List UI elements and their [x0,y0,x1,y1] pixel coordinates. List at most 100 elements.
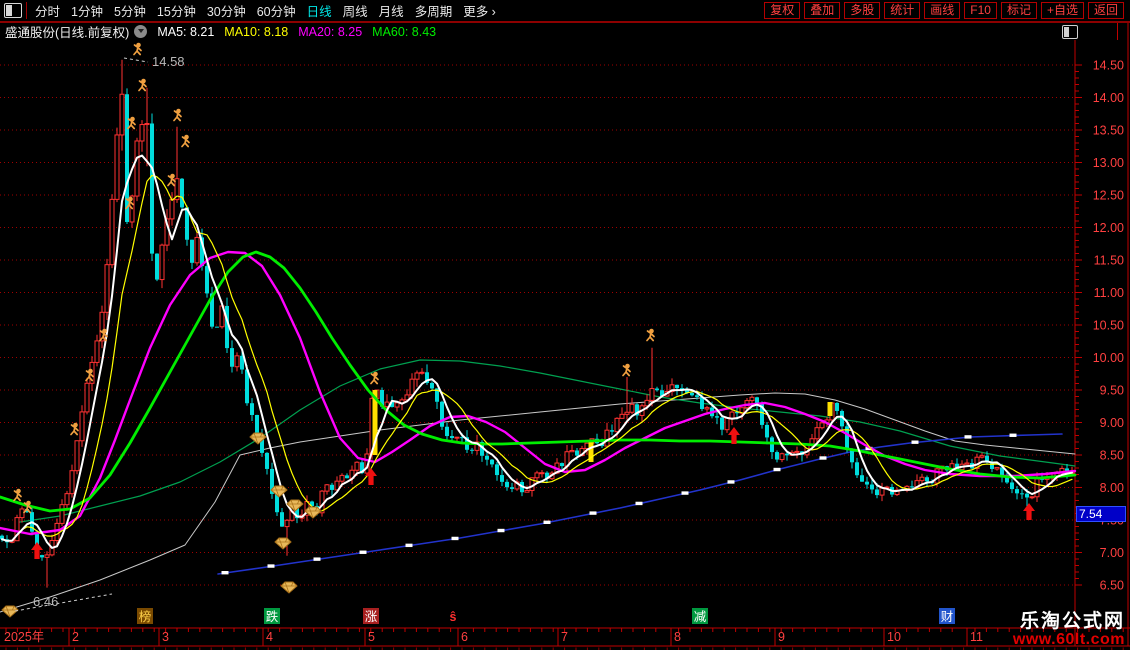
y-axis-label: 7.00 [1100,546,1124,560]
climber-icon [24,501,31,513]
button-F10[interactable]: F10 [964,2,997,19]
diamond-icon [2,606,18,617]
period-日线[interactable]: 日线 [307,1,332,20]
badge-ŝ: ŝ [450,610,457,624]
annotation-text: 6.46 [33,594,58,609]
y-axis-label: 10.50 [1093,319,1124,333]
x-axis: 2025年 2 3 4 5 6 7 8 9 10 11 [0,628,1130,650]
annotation-text: 14.58 [152,54,185,69]
y-axis-label: 14.50 [1093,59,1124,73]
up-arrow-icon [1023,503,1035,520]
period-15分钟[interactable]: 15分钟 [157,1,196,20]
button-复权[interactable]: 复权 [764,2,800,19]
y-axis-label: 10.00 [1093,351,1124,365]
period-list: 分时 1分钟 5分钟 15分钟 30分钟 60分钟日线周线月线多周期更多 › [35,1,507,20]
y-axis-label: 12.50 [1093,189,1124,203]
climber-icon [14,489,21,501]
y-axis-label: 13.50 [1093,124,1124,138]
toolbar-right-buttons: 复权叠加多股统计画线F10标记+自选返回 [760,2,1130,19]
period-更多 ›[interactable]: 更多 › [463,1,496,20]
y-axis-label: 13.00 [1093,156,1124,170]
title-bar: 盛通股份(日线.前复权) MA5: 8.21 MA10: 8.18 MA20: … [0,23,1060,40]
button-统计[interactable]: 统计 [884,2,920,19]
panel-layout-icon[interactable] [1062,25,1078,39]
climber-icon [139,79,146,91]
price-tag: 7.54 [1076,506,1126,522]
ma5-value: MA5: 8.21 [157,25,214,39]
climber-icon [182,135,189,147]
button-多股[interactable]: 多股 [844,2,880,19]
y-axis-label: 12.00 [1093,221,1124,235]
y-axis-label: 14.00 [1093,91,1124,105]
month-label: 5 [368,630,375,644]
y-axis-label: 11.50 [1094,254,1124,268]
diamond-icon [281,582,297,593]
year-label: 2025年 [4,630,44,644]
month-label: 4 [266,630,273,644]
climber-icon [71,423,78,435]
watermark-site-name: 乐淘公式网 [1013,612,1125,631]
button-返回[interactable]: 返回 [1088,2,1124,19]
y-axis-label: 6.50 [1100,579,1124,593]
window-split-icon[interactable] [4,3,22,18]
period-5分钟[interactable]: 5分钟 [114,1,146,20]
toolbar: 分时 1分钟 5分钟 15分钟 30分钟 60分钟日线周线月线多周期更多 › 复权叠加多股… [0,0,1130,23]
climber-icon [128,117,135,129]
month-label: 8 [674,630,681,644]
climber-icon [134,43,141,55]
ma20-value: MA20: 8.25 [298,25,362,39]
month-label: 11 [970,630,983,644]
svg-text:减: 减 [694,610,707,624]
month-label: 2 [72,630,79,644]
svg-text:榜: 榜 [139,609,152,624]
period-月线[interactable]: 月线 [379,1,404,20]
y-axis-label: 8.50 [1100,449,1124,463]
climber-icon [647,329,654,341]
period-周线[interactable]: 周线 [343,1,368,20]
y-axis-label: 9.00 [1100,416,1124,430]
gray-long-ma-line [0,393,1075,612]
badge-跌: 跌 [264,608,280,624]
period-分时[interactable]: 分时 [35,1,60,20]
instrument-title[interactable]: 盛通股份(日线.前复权) [5,22,129,41]
ma5-line [2,156,1072,548]
badge-减: 减 [692,608,708,624]
svg-text:ŝ: ŝ [450,610,457,624]
month-label: 9 [778,630,785,644]
app-window: 分时 1分钟 5分钟 15分钟 30分钟 60分钟日线周线月线多周期更多 › 复权叠加多股… [0,0,1130,650]
diamond-icon [275,538,291,549]
climber-icon [623,364,630,376]
button-叠加[interactable]: 叠加 [804,2,840,19]
candlestick-chart[interactable]: 6.507.007.508.008.509.009.5010.0010.5011… [0,0,1130,650]
toolbar-divider [26,2,27,19]
button-+自选[interactable]: +自选 [1041,2,1084,19]
period-30分钟[interactable]: 30分钟 [207,1,246,20]
climber-icon [168,174,175,186]
signal-markers [2,43,1035,617]
y-axis-label: 8.00 [1100,481,1124,495]
event-badges: 榜跌涨ŝ减财 [137,608,955,624]
y-axis-label: 11.00 [1094,286,1124,300]
svg-text:财: 财 [941,610,954,624]
badge-涨: 涨 [363,608,379,624]
chevron-down-icon[interactable] [134,25,147,38]
watermark: 乐淘公式网 www.60lt.com [1013,612,1125,648]
button-标记[interactable]: 标记 [1001,2,1037,19]
period-60分钟[interactable]: 60分钟 [257,1,296,20]
y-axis-label: 9.50 [1100,384,1124,398]
period-多周期[interactable]: 多周期 [415,1,453,20]
button-画线[interactable]: 画线 [924,2,960,19]
svg-text:涨: 涨 [365,609,378,624]
climber-icon [174,109,181,121]
climber-icon [371,372,378,384]
month-label: 7 [561,630,568,644]
month-label: 3 [162,630,169,644]
ma10-value: MA10: 8.18 [224,25,288,39]
month-label: 6 [461,630,468,644]
svg-text:跌: 跌 [266,609,279,624]
month-label: 10 [887,630,901,644]
watermark-url: www.60lt.com [1013,632,1125,648]
ma60-value: MA60: 8.43 [372,25,436,39]
titlebar-right-divider [1117,23,1118,40]
period-1分钟[interactable]: 1分钟 [71,1,103,20]
